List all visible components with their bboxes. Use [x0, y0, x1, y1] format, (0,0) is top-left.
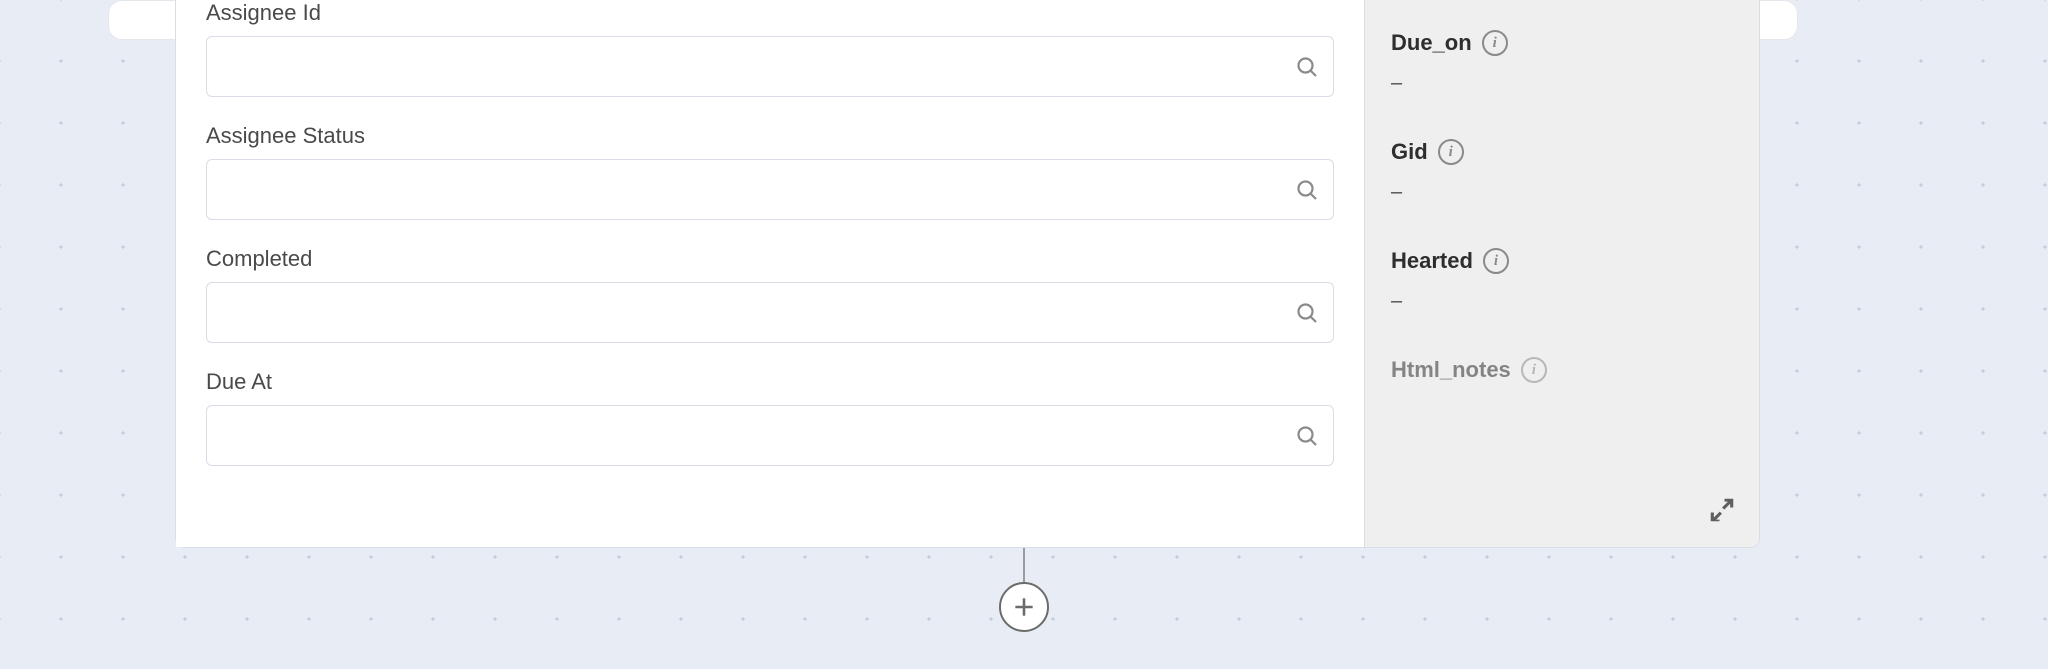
output-label-row: Hearted i — [1391, 248, 1733, 274]
output-label: Due_on — [1391, 30, 1472, 56]
output-label: Html_notes — [1391, 357, 1511, 383]
output-label: Hearted — [1391, 248, 1473, 274]
field-label: Due At — [206, 369, 1334, 395]
output-label: Gid — [1391, 139, 1428, 165]
connector-line — [1023, 548, 1025, 582]
search-icon[interactable] — [1281, 424, 1333, 448]
info-icon[interactable]: i — [1482, 30, 1508, 56]
output-item-gid: Gid i – — [1391, 139, 1733, 204]
assignee-status-input[interactable] — [207, 160, 1281, 219]
due-at-input[interactable] — [207, 406, 1281, 465]
field-assignee-status: Assignee Status — [206, 123, 1334, 220]
output-item-html-notes: Html_notes i — [1391, 357, 1733, 383]
output-label-row: Html_notes i — [1391, 357, 1733, 383]
field-completed: Completed — [206, 246, 1334, 343]
form-panel: Assignee Id Assignee Status Completed — [176, 0, 1364, 547]
output-value: – — [1391, 290, 1733, 313]
input-wrap — [206, 282, 1334, 343]
output-label-row: Due_on i — [1391, 30, 1733, 56]
assignee-id-input[interactable] — [207, 37, 1281, 96]
expand-icon[interactable] — [1707, 495, 1737, 525]
add-step-button[interactable] — [999, 582, 1049, 632]
output-value: – — [1391, 181, 1733, 204]
field-due-at: Due At — [206, 369, 1334, 466]
completed-input[interactable] — [207, 283, 1281, 342]
search-icon[interactable] — [1281, 55, 1333, 79]
search-icon[interactable] — [1281, 301, 1333, 325]
output-value: – — [1391, 72, 1733, 95]
field-assignee-id: Assignee Id — [206, 0, 1334, 97]
info-icon[interactable]: i — [1483, 248, 1509, 274]
input-wrap — [206, 159, 1334, 220]
output-item-hearted: Hearted i – — [1391, 248, 1733, 313]
step-card: Assignee Id Assignee Status Completed — [175, 0, 1760, 548]
output-label-row: Gid i — [1391, 139, 1733, 165]
input-wrap — [206, 36, 1334, 97]
info-icon[interactable]: i — [1521, 357, 1547, 383]
field-label: Assignee Id — [206, 0, 1334, 26]
input-wrap — [206, 405, 1334, 466]
field-label: Completed — [206, 246, 1334, 272]
field-label: Assignee Status — [206, 123, 1334, 149]
search-icon[interactable] — [1281, 178, 1333, 202]
output-panel: Due_on i – Gid i – Hearted i – Html_note… — [1364, 0, 1759, 547]
output-item-due-on: Due_on i – — [1391, 30, 1733, 95]
info-icon[interactable]: i — [1438, 139, 1464, 165]
